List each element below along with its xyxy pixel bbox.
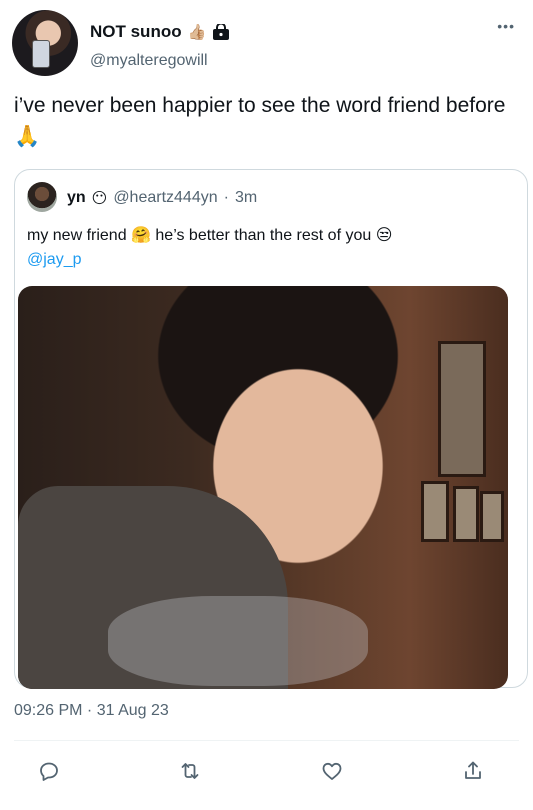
action-bar — [36, 756, 486, 786]
quoted-author-meta: yn 😶 @heartz444yn · 3m — [67, 189, 257, 207]
tweet-text: i’ve never been happier to see the word … — [14, 94, 506, 148]
quoted-author-avatar[interactable] — [27, 182, 57, 212]
quoted-tweet[interactable]: yn 😶 @heartz444yn · 3m my new friend 🤗 h… — [14, 169, 528, 689]
share-icon[interactable] — [460, 758, 486, 784]
quoted-time[interactable]: 3m — [235, 189, 257, 207]
like-icon[interactable] — [319, 758, 345, 784]
lock-icon — [212, 22, 230, 40]
quoted-mention-link[interactable]: @jay_p — [27, 251, 82, 268]
quoted-display-name[interactable]: yn — [67, 189, 86, 207]
more-icon[interactable]: ••• — [497, 18, 515, 34]
author-avatar[interactable] — [12, 10, 78, 76]
divider — [14, 740, 519, 741]
quoted-name-emoji: 😶 — [91, 189, 108, 207]
author-name-row: NOT sunoo 👍🏼 — [90, 22, 230, 42]
quoted-text: my new friend 🤗 he’s better than the res… — [27, 227, 393, 244]
author-display-name[interactable]: NOT sunoo — [90, 22, 182, 42]
quoted-text-block: my new friend 🤗 he’s better than the res… — [27, 224, 517, 272]
retweet-icon[interactable] — [177, 758, 203, 784]
quoted-handle[interactable]: @heartz444yn — [113, 189, 217, 207]
quoted-photo[interactable] — [18, 286, 508, 689]
tweet-header: NOT sunoo 👍🏼 @myalteregowill ••• — [12, 10, 521, 78]
author-name-emoji: 👍🏼 — [187, 23, 207, 41]
reply-icon[interactable] — [36, 758, 62, 784]
quoted-separator: · — [223, 189, 229, 206]
author-handle[interactable]: @myalteregowill — [90, 52, 208, 70]
tweet-timestamp[interactable]: 09:26 PM · 31 Aug 23 — [14, 702, 169, 720]
